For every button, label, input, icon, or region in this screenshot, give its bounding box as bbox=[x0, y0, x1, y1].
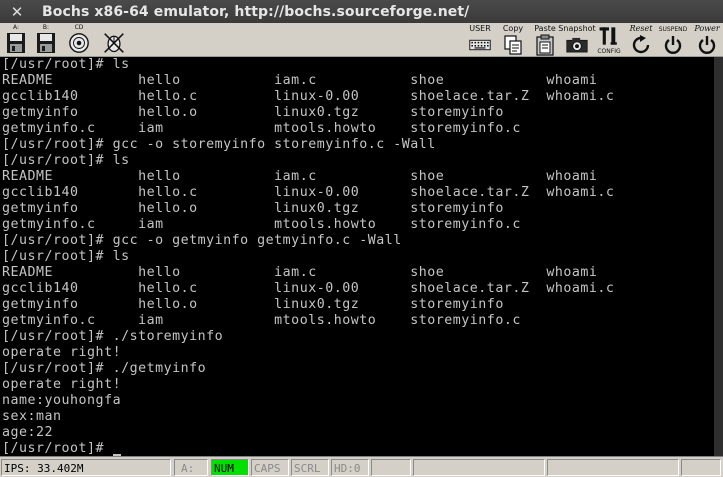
status-cell-empty bbox=[547, 459, 679, 476]
power-label: Power bbox=[694, 24, 720, 33]
reset-icon bbox=[630, 33, 652, 56]
terminal-line: [/usr/root]# ./getmyinfo bbox=[2, 361, 207, 376]
mouse-icon bbox=[103, 31, 125, 54]
terminal-line: getmyinfo.c iam mtools.howto storemyinfo… bbox=[2, 121, 521, 136]
config-label: CONFIG bbox=[597, 48, 621, 55]
terminal-line: name:youhongfa bbox=[2, 393, 122, 408]
terminal-line: README hello iam.c shoe whoami bbox=[2, 73, 598, 88]
terminal-prompt: [/usr/root]# bbox=[2, 441, 113, 456]
floppy-b-button[interactable]: B: bbox=[33, 24, 59, 56]
status-cell-empty bbox=[413, 459, 545, 476]
toolbar: A: B: CD USER Copy Paste Snapshot CONFIG… bbox=[0, 23, 723, 57]
floppy-icon bbox=[5, 31, 27, 54]
terminal-line: sex:man bbox=[2, 409, 62, 424]
terminal-line: getmyinfo.c iam mtools.howto storemyinfo… bbox=[2, 313, 521, 328]
suspend-icon bbox=[662, 33, 684, 56]
terminal-line: operate right! bbox=[2, 345, 122, 360]
terminal-line: [/usr/root]# ls bbox=[2, 153, 130, 168]
close-icon: ✕ bbox=[10, 2, 24, 21]
keyboard-icon bbox=[469, 33, 491, 56]
copy-icon bbox=[502, 33, 524, 56]
user-button[interactable]: USER bbox=[465, 24, 495, 56]
user-label: USER bbox=[469, 24, 491, 33]
close-window-button[interactable]: ✕ bbox=[6, 2, 28, 22]
caps-lock-indicator: CAPS bbox=[251, 459, 289, 476]
terminal-prompt-line: [/usr/root]# bbox=[2, 441, 121, 456]
terminal-screen[interactable]: [/usr/root]# ls README hello iam.c shoe … bbox=[0, 57, 723, 456]
paste-icon bbox=[534, 33, 556, 56]
power-button[interactable]: Power bbox=[692, 24, 722, 56]
paste-button[interactable]: Paste bbox=[531, 24, 559, 56]
terminal-line: [/usr/root]# ls bbox=[2, 249, 130, 264]
copy-button[interactable]: Copy bbox=[500, 24, 526, 56]
floppy-a-label: A: bbox=[12, 24, 20, 31]
reset-label: Reset bbox=[629, 24, 653, 33]
ips-indicator: IPS: 33.402M bbox=[1, 459, 171, 476]
reset-button[interactable]: Reset bbox=[625, 24, 657, 56]
power-icon bbox=[696, 33, 718, 56]
terminal-line: gcclib140 hello.c linux-0.00 shoelace.ta… bbox=[2, 185, 615, 200]
copy-label: Copy bbox=[502, 24, 524, 33]
hd-indicator: HD:0 bbox=[331, 459, 369, 476]
snapshot-button[interactable]: Snapshot bbox=[558, 24, 596, 56]
terminal-line: getmyinfo hello.o linux0.tgz storemyinfo bbox=[2, 201, 504, 216]
status-cell-empty bbox=[371, 459, 411, 476]
num-lock-indicator: NUM bbox=[211, 459, 249, 476]
floppy-b-label: B: bbox=[42, 24, 50, 31]
suspend-button[interactable]: SUSPEND bbox=[656, 24, 690, 56]
terminal-line: getmyinfo.c iam mtools.howto storemyinfo… bbox=[2, 217, 521, 232]
config-button[interactable]: CONFIG bbox=[594, 24, 624, 56]
mouse-button[interactable] bbox=[99, 24, 129, 56]
drive-a-indicator: A: bbox=[174, 459, 208, 476]
paste-label: Paste bbox=[534, 24, 556, 33]
status-bar: IPS: 33.402M A: NUM CAPS SCRL HD:0 bbox=[0, 456, 723, 477]
window-title: Bochs x86-64 emulator, http://bochs.sour… bbox=[42, 3, 470, 20]
terminal-line: [/usr/root]# gcc -o storemyinfo storemyi… bbox=[2, 137, 436, 152]
snapshot-label: Snapshot bbox=[558, 24, 596, 33]
floppy-icon bbox=[35, 31, 57, 54]
scroll-lock-indicator: SCRL bbox=[291, 459, 329, 476]
terminal-line: gcclib140 hello.c linux-0.00 shoelace.ta… bbox=[2, 89, 615, 104]
terminal-line: README hello iam.c shoe whoami bbox=[2, 169, 598, 184]
terminal-line: getmyinfo hello.o linux0.tgz storemyinfo bbox=[2, 105, 504, 120]
title-bar: ✕ Bochs x86-64 emulator, http://bochs.so… bbox=[0, 0, 723, 23]
config-icon bbox=[598, 24, 620, 48]
status-cell-empty bbox=[681, 459, 721, 476]
terminal-line: getmyinfo hello.o linux0.tgz storemyinfo bbox=[2, 297, 504, 312]
terminal-line: [/usr/root]# gcc -o getmyinfo getmyinfo.… bbox=[2, 233, 402, 248]
cdrom-button[interactable]: CD bbox=[64, 24, 94, 56]
terminal-line: README hello iam.c shoe whoami bbox=[2, 265, 598, 280]
terminal-line: [/usr/root]# ls bbox=[2, 57, 130, 72]
terminal-line: gcclib140 hello.c linux-0.00 shoelace.ta… bbox=[2, 281, 615, 296]
terminal-line: operate right! bbox=[2, 377, 122, 392]
camera-icon bbox=[566, 33, 588, 56]
cdrom-icon bbox=[68, 31, 90, 54]
suspend-label: SUSPEND bbox=[658, 26, 688, 33]
floppy-a-button[interactable]: A: bbox=[3, 24, 29, 56]
terminal-line: [/usr/root]# ./storemyinfo bbox=[2, 329, 224, 344]
terminal-line: age:22 bbox=[2, 425, 54, 440]
window-edge bbox=[714, 57, 723, 456]
cdrom-label: CD bbox=[74, 24, 84, 31]
